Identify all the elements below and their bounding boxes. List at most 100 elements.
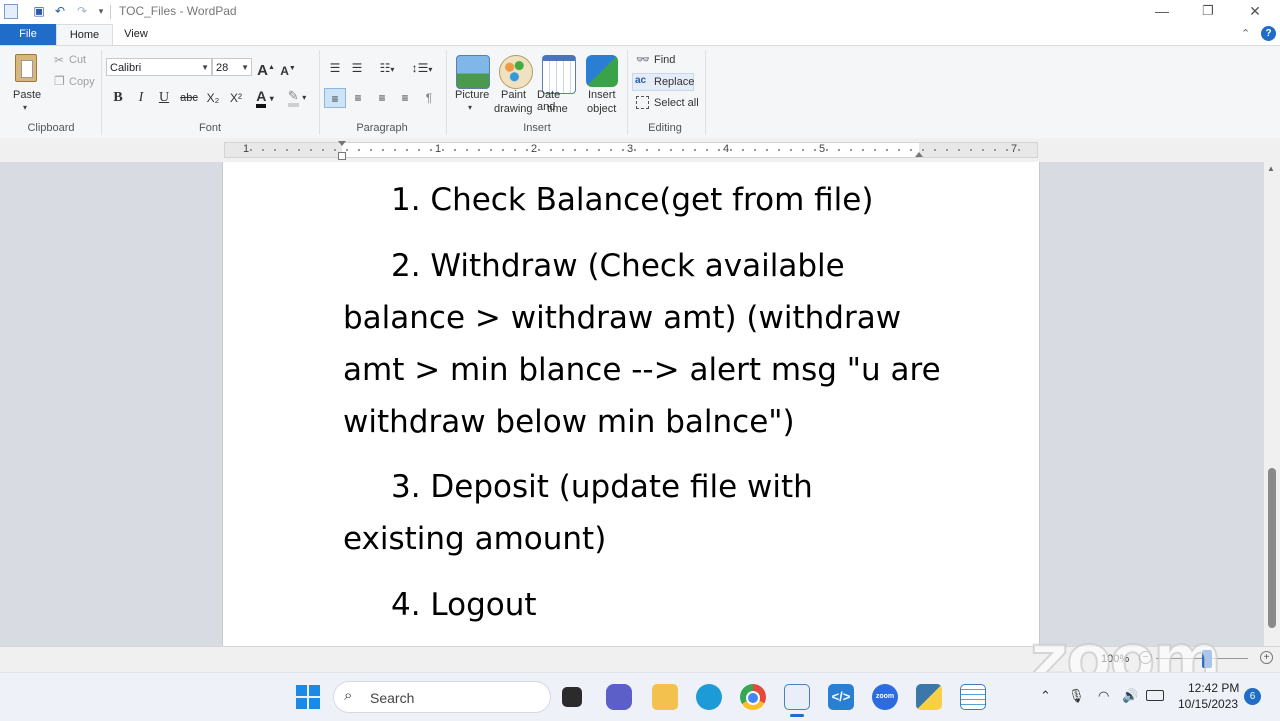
superscript-button[interactable]: X² (226, 88, 246, 108)
paste-button[interactable]: Paste ▾ (10, 52, 44, 112)
zoom-app-icon[interactable]: zoom (872, 684, 898, 710)
ruler-tick (814, 149, 816, 151)
ruler-tick (514, 149, 516, 151)
right-indent-marker[interactable] (915, 152, 923, 157)
tab-view[interactable]: View (116, 24, 156, 45)
minimize-button[interactable]: — (1152, 3, 1172, 19)
date-time-button[interactable]: Date and time (537, 52, 581, 116)
justify-button[interactable]: ≡ (395, 88, 415, 108)
notification-badge[interactable]: 6 (1244, 688, 1261, 705)
increase-indent-button[interactable]: ☰ (348, 58, 366, 78)
restore-button[interactable]: ❐ (1198, 3, 1218, 19)
bold-button[interactable]: B (109, 88, 127, 108)
edge-icon[interactable] (696, 684, 722, 710)
paint-drawing-button[interactable]: Paint drawing (494, 52, 536, 116)
picture-button[interactable]: Picture ▾ (451, 52, 493, 116)
left-indent-marker[interactable] (338, 152, 346, 160)
ruler-tick (250, 149, 252, 151)
ruler-tick (406, 149, 408, 151)
python-icon[interactable] (916, 684, 942, 710)
doc-line[interactable]: 1. Check Balance(get from file) (391, 180, 873, 220)
file-explorer-icon[interactable] (652, 684, 678, 710)
collapse-ribbon-icon[interactable]: ⌃ (1241, 27, 1250, 40)
copy-button[interactable]: ❐ Copy (52, 74, 96, 91)
replace-button[interactable]: ac Replace (632, 73, 694, 91)
volume-icon[interactable]: 🔊 (1122, 688, 1138, 704)
scroll-up-icon[interactable]: ▲ (1267, 164, 1275, 173)
tab-home[interactable]: Home (56, 24, 113, 46)
doc-line[interactable]: 2. Withdraw (Check available (391, 246, 845, 286)
align-left-button[interactable]: ≡ (324, 88, 346, 108)
ruler-tick (574, 149, 576, 151)
paste-chevron-icon: ▾ (23, 103, 28, 112)
ribbon-tab-bar (0, 24, 1280, 46)
strikethrough-button[interactable]: abc (178, 88, 200, 108)
shrink-font-button[interactable]: A▼ (279, 59, 297, 79)
italic-button[interactable]: I (132, 88, 150, 108)
highlight-color-button[interactable]: ✎ ▾ (282, 86, 312, 107)
clock-time[interactable]: 12:42 PM (1188, 681, 1239, 695)
select-all-button[interactable]: Select all (634, 96, 700, 112)
first-line-indent-marker[interactable] (338, 141, 346, 146)
shrink-font-icon: A (280, 64, 289, 78)
wordpad-taskbar-icon[interactable] (784, 684, 810, 710)
notepad-icon[interactable] (960, 684, 986, 710)
font-family-select[interactable]: Calibri ▼ (106, 58, 212, 76)
decrease-indent-button[interactable]: ☰ (326, 58, 344, 78)
find-button[interactable]: 👓 Find (634, 53, 694, 69)
align-center-button[interactable]: ≡ (348, 88, 368, 108)
doc-line[interactable]: withdraw below min balnce") (343, 402, 795, 442)
group-separator (446, 50, 447, 135)
battery-icon[interactable] (1146, 690, 1164, 701)
wordpad-app-icon[interactable] (4, 4, 18, 19)
subscript-button[interactable]: X₂ (203, 88, 223, 108)
line-spacing-button[interactable]: ↕☰▾ (407, 58, 437, 78)
show-hidden-icons-chevron-icon[interactable]: ⌃ (1040, 688, 1051, 704)
paragraph-settings-button[interactable]: ¶ (419, 88, 439, 108)
chrome-icon[interactable] (740, 684, 766, 710)
microphone-icon[interactable]: 🎙 (1068, 688, 1085, 704)
doc-line[interactable]: 4. Logout (391, 585, 537, 625)
doc-line[interactable]: existing amount) (343, 519, 606, 559)
redo-icon[interactable]: ↷ (75, 4, 89, 18)
grow-font-button[interactable]: A▲ (257, 58, 275, 79)
ruler-tick (682, 149, 684, 151)
tab-file[interactable]: File (0, 24, 56, 45)
text-color-button[interactable]: A ▾ (251, 86, 279, 108)
doc-line[interactable]: amt > min blance --> alert msg "u are (343, 350, 941, 390)
copy-icon: ❐ (54, 74, 65, 88)
taskbar-search[interactable]: ⌕ Search (333, 681, 551, 713)
ruler-tick (730, 149, 732, 151)
doc-line[interactable]: 3. Deposit (update file with (391, 467, 813, 507)
cut-button[interactable]: ✂ Cut (52, 53, 96, 69)
clock-date[interactable]: 10/15/2023 (1178, 697, 1238, 711)
vscode-icon[interactable]: </> (828, 684, 854, 710)
windows-start-icon[interactable] (296, 685, 320, 709)
align-left-icon: ≡ (331, 92, 339, 106)
save-icon[interactable]: ▣ (32, 4, 46, 18)
task-view-icon[interactable] (562, 687, 582, 707)
undo-icon[interactable]: ↶ (53, 4, 67, 18)
group-separator (627, 50, 628, 135)
insert-object-button[interactable]: Insert object (582, 52, 622, 116)
ruler-tick (466, 149, 468, 151)
ruler-tick (982, 149, 984, 151)
help-icon[interactable]: ? (1261, 26, 1276, 41)
scrollbar-thumb[interactable] (1268, 468, 1276, 628)
underline-button[interactable]: U (155, 88, 173, 108)
wifi-icon[interactable]: ◠ (1098, 688, 1109, 704)
align-right-button[interactable]: ≡ (372, 88, 392, 108)
window-title: TOC_Files - WordPad (119, 4, 237, 18)
bullets-button[interactable]: ☷▾ (372, 58, 402, 78)
group-separator (101, 50, 102, 135)
doc-line[interactable]: balance > withdraw amt) (withdraw (343, 298, 901, 338)
close-button[interactable]: ✕ (1245, 3, 1265, 20)
highlighter-icon: ✎ (287, 88, 299, 107)
align-center-icon: ≡ (354, 91, 362, 105)
zoom-in-button[interactable]: + (1260, 651, 1273, 664)
underline-icon: U (158, 90, 170, 105)
font-size-select[interactable]: 28 ▼ (212, 58, 252, 76)
chat-icon[interactable] (606, 684, 632, 710)
customize-qat-chevron-icon[interactable]: ▾ (94, 4, 108, 18)
document-page[interactable]: 1. Check Balance(get from file) 2. Withd… (222, 162, 1040, 646)
